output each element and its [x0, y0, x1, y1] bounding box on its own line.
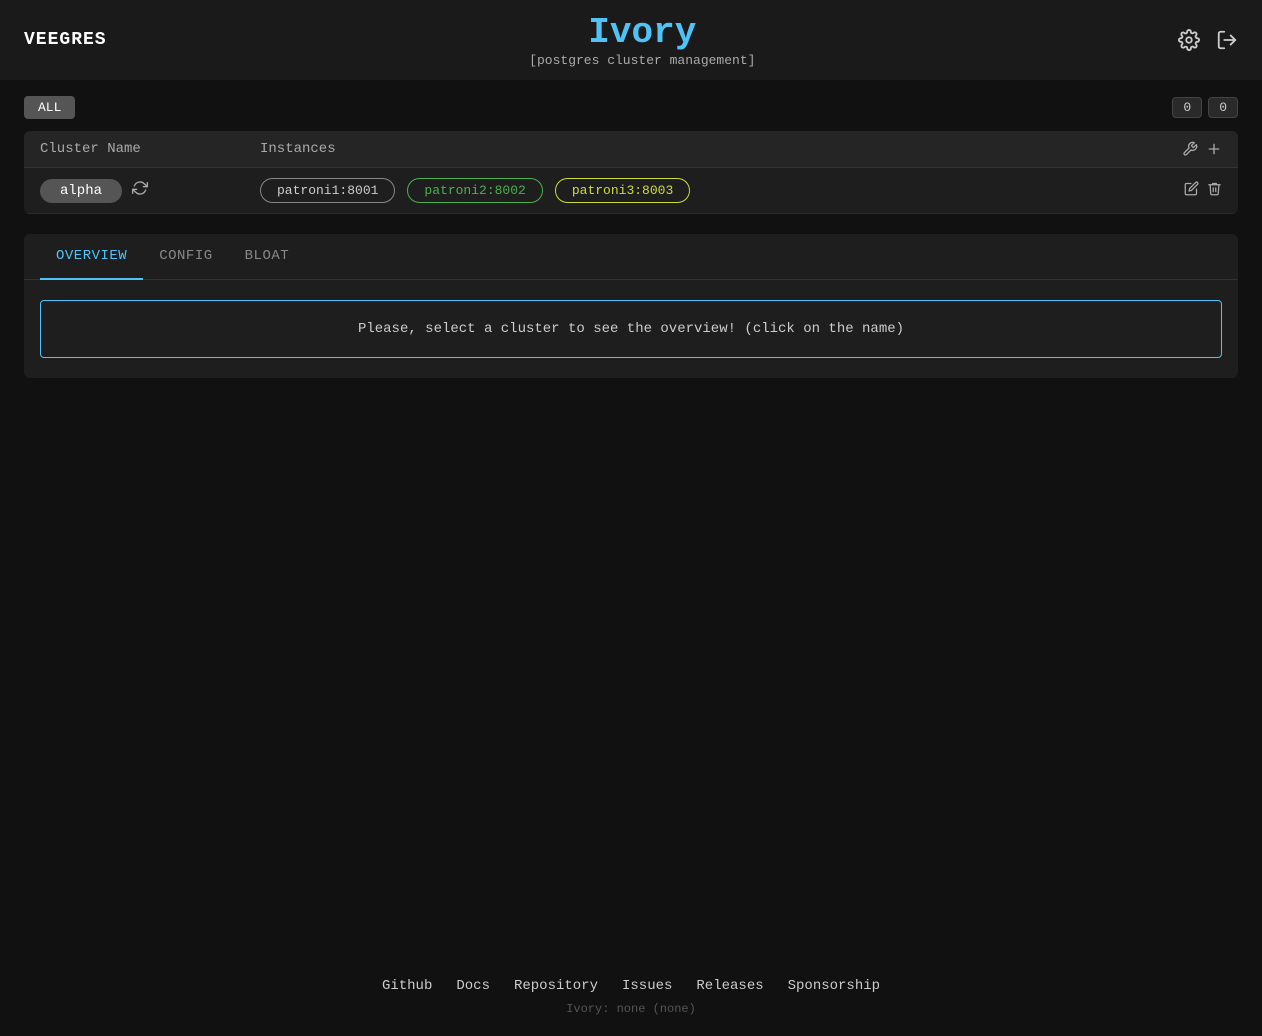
cluster-name-badge[interactable]: alpha	[40, 179, 122, 203]
add-cluster-button[interactable]	[1206, 141, 1222, 157]
main-content: ALL 0 0 Cluster Name Instances	[0, 80, 1262, 958]
instance-tag-3[interactable]: patroni3:8003	[555, 178, 690, 203]
footer: Github Docs Repository Issues Releases S…	[0, 958, 1262, 1036]
tools-button[interactable]	[1182, 141, 1198, 157]
refresh-button[interactable]	[132, 180, 148, 201]
tab-config[interactable]: CONFIG	[143, 234, 228, 280]
app-subtitle: [postgres cluster management]	[107, 53, 1178, 68]
tab-content: Please, select a cluster to see the over…	[24, 280, 1238, 378]
footer-link-releases[interactable]: Releases	[696, 978, 763, 994]
col-header-cluster-name: Cluster Name	[40, 141, 260, 157]
row-actions	[1184, 181, 1222, 201]
app-title: Ivory	[107, 12, 1178, 53]
all-button[interactable]: ALL	[24, 96, 75, 119]
tab-overview[interactable]: OVERVIEW	[40, 234, 143, 280]
badge-count-1: 0	[1172, 97, 1202, 118]
edit-cluster-button[interactable]	[1184, 181, 1199, 201]
footer-link-issues[interactable]: Issues	[622, 978, 672, 994]
cluster-name-cell: alpha	[40, 179, 260, 203]
table-header: Cluster Name Instances	[24, 131, 1238, 168]
delete-cluster-button[interactable]	[1207, 181, 1222, 201]
badge-group: 0 0	[1172, 97, 1238, 118]
col-header-instances: Instances	[260, 141, 1182, 157]
footer-link-docs[interactable]: Docs	[456, 978, 490, 994]
instance-tag-1[interactable]: patroni1:8001	[260, 178, 395, 203]
logout-button[interactable]	[1216, 29, 1238, 51]
instance-tag-2[interactable]: patroni2:8002	[407, 178, 542, 203]
header: VEEGRES Ivory [postgres cluster manageme…	[0, 0, 1262, 80]
instances-cell: patroni1:8001 patroni2:8002 patroni3:800…	[260, 178, 1184, 203]
filter-row: ALL 0 0	[24, 96, 1238, 119]
footer-link-github[interactable]: Github	[382, 978, 432, 994]
badge-count-2: 0	[1208, 97, 1238, 118]
header-center: Ivory [postgres cluster management]	[107, 12, 1178, 68]
col-header-actions	[1182, 141, 1222, 157]
tab-bloat[interactable]: BLOAT	[229, 234, 306, 280]
tabs-bar: OVERVIEW CONFIG BLOAT	[24, 234, 1238, 280]
tabs-section: OVERVIEW CONFIG BLOAT Please, select a c…	[24, 234, 1238, 378]
footer-links: Github Docs Repository Issues Releases S…	[20, 978, 1242, 994]
footer-link-sponsorship[interactable]: Sponsorship	[788, 978, 880, 994]
logo: VEEGRES	[24, 30, 107, 50]
footer-link-repository[interactable]: Repository	[514, 978, 598, 994]
footer-version: Ivory: none (none)	[20, 1002, 1242, 1016]
settings-button[interactable]	[1178, 29, 1200, 51]
header-actions	[1178, 29, 1238, 51]
table-row: alpha patroni1:8001 patroni2:8002 patron…	[24, 168, 1238, 214]
cluster-table: Cluster Name Instances alpha	[24, 131, 1238, 214]
select-cluster-message: Please, select a cluster to see the over…	[40, 300, 1222, 358]
